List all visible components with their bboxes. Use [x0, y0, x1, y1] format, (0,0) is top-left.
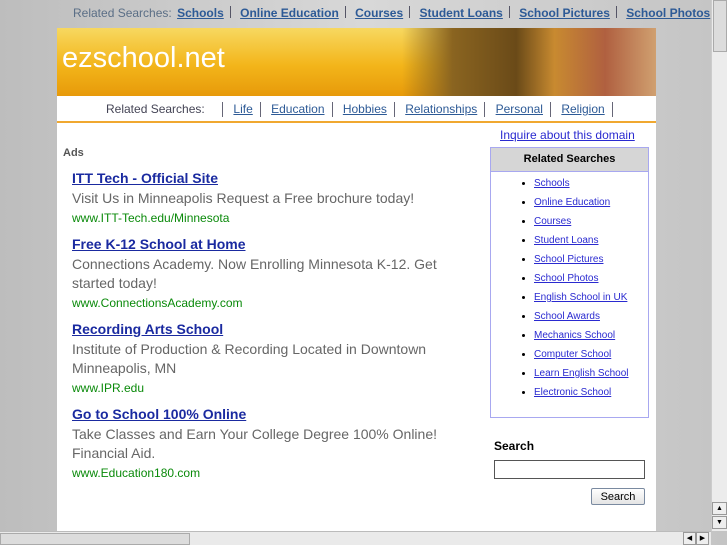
list-item: Mechanics School [534, 326, 648, 345]
top-link-school-photos[interactable]: School Photos [626, 6, 710, 20]
related-link[interactable]: School Pictures [534, 254, 603, 265]
ad-description: Visit Us in Minneapolis Request a Free b… [72, 190, 415, 206]
top-link-school-pictures[interactable]: School Pictures [519, 6, 610, 20]
vertical-scrollbar[interactable]: ▲ ▼ [711, 0, 727, 531]
nav-link-relationships[interactable]: Relationships [405, 102, 477, 116]
nav-link-life[interactable]: Life [233, 102, 252, 116]
divider [344, 6, 346, 18]
divider [508, 6, 510, 18]
horizontal-scrollbar[interactable]: ◀ ▶ [0, 531, 711, 545]
related-link[interactable]: English School in UK [534, 292, 627, 303]
related-link[interactable]: Computer School [534, 349, 611, 360]
nav-label: Related Searches: [106, 102, 205, 116]
nav-link-religion[interactable]: Religion [561, 102, 604, 116]
ad-title[interactable]: Free K-12 School at Home [72, 236, 483, 252]
ad-url[interactable]: www.ITT-Tech.edu/Minnesota [72, 211, 483, 225]
related-link[interactable]: Student Loans [534, 235, 599, 246]
ad-description: Institute of Production & Recording Loca… [72, 341, 427, 376]
scrollbar-thumb[interactable] [0, 533, 190, 545]
ad-url[interactable]: www.ConnectionsAcademy.com [72, 296, 483, 310]
ads-section: Ads ITT Tech - Official Site Visit Us in … [63, 147, 483, 480]
ad-description: Connections Academy. Now Enrolling Minne… [72, 256, 437, 291]
list-item: Schools [534, 174, 648, 193]
divider [222, 102, 224, 117]
related-link[interactable]: School Awards [534, 311, 600, 322]
scroll-right-arrow-icon[interactable]: ▶ [696, 532, 709, 545]
list-item: School Pictures [534, 250, 648, 269]
site-logo[interactable]: ezschool.net [62, 42, 225, 75]
ad-item: Free K-12 School at Home Connections Acad… [72, 236, 483, 310]
nav-link-education[interactable]: Education [271, 102, 324, 116]
list-item: Electronic School [534, 383, 648, 402]
search-input[interactable] [494, 460, 645, 479]
list-item: Online Education [534, 193, 648, 212]
list-item: Student Loans [534, 231, 648, 250]
related-link[interactable]: Electronic School [534, 387, 611, 398]
header-banner: ezschool.net [57, 28, 656, 96]
list-item: School Awards [534, 307, 648, 326]
ad-url[interactable]: www.Education180.com [72, 466, 483, 480]
list-item: English School in UK [534, 288, 648, 307]
top-link-courses[interactable]: Courses [355, 6, 403, 20]
list-item: Courses [534, 212, 648, 231]
related-link[interactable]: School Photos [534, 273, 599, 284]
search-heading: Search [494, 439, 535, 453]
related-searches-box: Related Searches Schools Online Educatio… [490, 147, 649, 418]
top-link-student-loans[interactable]: Student Loans [420, 6, 503, 20]
divider [549, 102, 551, 117]
divider [259, 102, 261, 117]
top-related-searches: Related Searches: Schools Online Educati… [0, 0, 711, 27]
divider [393, 102, 395, 117]
ad-item: Recording Arts School Institute of Produc… [72, 321, 483, 395]
related-link[interactable]: Mechanics School [534, 330, 615, 341]
divider [229, 6, 231, 18]
inquire-domain-link[interactable]: Inquire about this domain [500, 128, 635, 142]
ad-item: ITT Tech - Official Site Visit Us in Minn… [72, 170, 483, 225]
ad-title[interactable]: ITT Tech - Official Site [72, 170, 483, 186]
scroll-down-arrow-icon[interactable]: ▼ [712, 516, 727, 529]
scroll-left-arrow-icon[interactable]: ◀ [683, 532, 696, 545]
students-photo [402, 28, 656, 96]
divider [409, 6, 411, 18]
nav-link-personal[interactable]: Personal [496, 102, 543, 116]
list-item: Learn English School [534, 364, 648, 383]
top-link-schools[interactable]: Schools [177, 6, 224, 20]
page-container: ezschool.net Related Searches: Life Educ… [57, 28, 656, 531]
scrollbar-thumb[interactable] [713, 0, 727, 52]
divider [615, 6, 617, 18]
related-link[interactable]: Schools [534, 178, 570, 189]
top-related-label: Related Searches: [73, 6, 172, 20]
list-item: School Photos [534, 269, 648, 288]
related-link[interactable]: Learn English School [534, 368, 629, 379]
ad-title[interactable]: Go to School 100% Online [72, 406, 483, 422]
divider [611, 102, 613, 117]
search-button[interactable]: Search [591, 488, 645, 505]
ad-item: Go to School 100% Online Take Classes and… [72, 406, 483, 480]
related-searches-heading: Related Searches [491, 148, 648, 172]
ad-title[interactable]: Recording Arts School [72, 321, 483, 337]
nav-related-searches: Related Searches: Life Education Hobbies… [57, 96, 656, 123]
ad-url[interactable]: www.IPR.edu [72, 381, 483, 395]
top-link-online-education[interactable]: Online Education [240, 6, 339, 20]
related-link[interactable]: Courses [534, 216, 571, 227]
divider [331, 102, 333, 117]
list-item: Computer School [534, 345, 648, 364]
related-link[interactable]: Online Education [534, 197, 610, 208]
nav-link-hobbies[interactable]: Hobbies [343, 102, 387, 116]
ads-heading: Ads [63, 147, 84, 159]
divider [484, 102, 486, 117]
ad-description: Take Classes and Earn Your College Degre… [72, 426, 438, 461]
scroll-up-arrow-icon[interactable]: ▲ [712, 502, 727, 515]
